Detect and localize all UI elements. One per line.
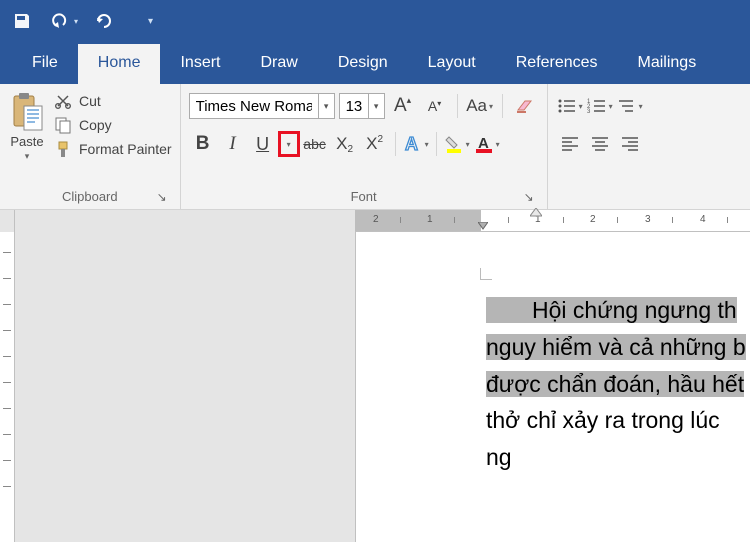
- multilevel-icon: [617, 97, 637, 115]
- font-group-label: Font ↘: [189, 186, 539, 209]
- horizontal-ruler[interactable]: 2 1 1 2 3 4: [355, 210, 750, 232]
- font-color-button[interactable]: A ▾: [473, 130, 501, 158]
- font-name-combo[interactable]: ▾: [189, 93, 335, 119]
- shrink-font-button[interactable]: A▾: [421, 92, 449, 120]
- cut-button[interactable]: Cut: [54, 92, 172, 110]
- strikethrough-button[interactable]: abc: [301, 130, 329, 158]
- text-effects-button[interactable]: A ▾: [402, 130, 430, 158]
- numbering-button[interactable]: 123▾: [586, 92, 614, 120]
- font-launcher[interactable]: ↘: [523, 191, 535, 203]
- paste-icon: [10, 92, 44, 132]
- brush-icon: [54, 140, 72, 158]
- ribbon-tabs: File Home Insert Draw Design Layout Refe…: [0, 42, 750, 84]
- underline-dropdown-button[interactable]: ▾: [279, 130, 299, 158]
- change-case-button[interactable]: Aa▾: [466, 92, 494, 120]
- align-center-icon: [591, 136, 609, 152]
- highlighter-icon: [444, 134, 464, 154]
- customize-qat-button[interactable]: ▾: [148, 16, 153, 27]
- bullets-button[interactable]: ▾: [556, 92, 584, 120]
- tab-references[interactable]: References: [496, 44, 618, 84]
- numbering-icon: 123: [587, 97, 607, 115]
- margin-corner-icon: [480, 268, 492, 280]
- align-center-button[interactable]: [586, 130, 614, 158]
- save-button[interactable]: [12, 11, 32, 31]
- redo-button[interactable]: [94, 11, 114, 31]
- clipboard-launcher[interactable]: ↘: [156, 191, 168, 203]
- svg-text:A: A: [405, 134, 418, 154]
- text-effects-icon: A: [403, 134, 423, 154]
- copy-button[interactable]: Copy: [54, 116, 172, 134]
- clear-formatting-button[interactable]: [511, 92, 539, 120]
- vertical-ruler[interactable]: [0, 232, 15, 542]
- paste-button[interactable]: Paste ▾: [8, 88, 46, 186]
- align-left-icon: [561, 136, 579, 152]
- font-name-input[interactable]: [190, 94, 318, 118]
- document-text[interactable]: Hội chứng ngưng th nguy hiểm và cả những…: [356, 292, 750, 476]
- highlight-color-button[interactable]: ▾: [443, 130, 471, 158]
- align-right-button[interactable]: [616, 130, 644, 158]
- multilevel-list-button[interactable]: ▾: [616, 92, 644, 120]
- tab-home[interactable]: Home: [78, 44, 161, 84]
- ribbon: Paste ▾ Cut Copy Format Painter Clipbo: [0, 84, 750, 210]
- clipboard-group-label: Clipboard ↘: [8, 186, 172, 209]
- font-color-icon: A: [474, 134, 494, 154]
- tab-mailings[interactable]: Mailings: [618, 44, 717, 84]
- tab-file[interactable]: File: [12, 44, 78, 84]
- document-workspace: Hội chứng ngưng th nguy hiểm và cả những…: [0, 232, 750, 542]
- align-right-icon: [621, 136, 639, 152]
- subscript-button[interactable]: X2: [331, 130, 359, 158]
- font-size-combo[interactable]: ▾: [339, 93, 385, 119]
- tab-draw[interactable]: Draw: [240, 44, 317, 84]
- scissors-icon: [54, 92, 72, 110]
- font-size-dropdown-icon[interactable]: ▾: [368, 94, 384, 118]
- svg-text:3: 3: [587, 109, 591, 115]
- first-line-indent-marker[interactable]: [530, 208, 542, 218]
- tab-design[interactable]: Design: [318, 44, 408, 84]
- undo-dropdown-icon[interactable]: ▾: [74, 17, 78, 26]
- format-painter-button[interactable]: Format Painter: [54, 140, 172, 158]
- tab-insert[interactable]: Insert: [160, 44, 240, 84]
- font-size-input[interactable]: [340, 94, 368, 118]
- indent-marker-icon[interactable]: [478, 222, 488, 232]
- copy-icon: [54, 116, 72, 134]
- paste-label: Paste: [10, 134, 43, 149]
- callout-highlight: [278, 131, 300, 157]
- bold-button[interactable]: B: [189, 130, 217, 158]
- underline-button[interactable]: U: [249, 130, 277, 158]
- align-left-button[interactable]: [556, 130, 584, 158]
- bullets-icon: [557, 97, 577, 115]
- grow-font-button[interactable]: A▴: [389, 92, 417, 120]
- document-page[interactable]: Hội chứng ngưng th nguy hiểm và cả những…: [355, 232, 750, 542]
- ruler-bar: 2 1 1 2 3 4: [0, 210, 750, 232]
- superscript-button[interactable]: X2: [361, 130, 389, 158]
- font-name-dropdown-icon[interactable]: ▾: [318, 94, 334, 118]
- italic-button[interactable]: I: [219, 130, 247, 158]
- undo-button[interactable]: ▾: [48, 11, 78, 31]
- quick-access-toolbar: ▾ ▾: [0, 0, 750, 42]
- tab-layout[interactable]: Layout: [408, 44, 496, 84]
- eraser-icon: [515, 97, 535, 115]
